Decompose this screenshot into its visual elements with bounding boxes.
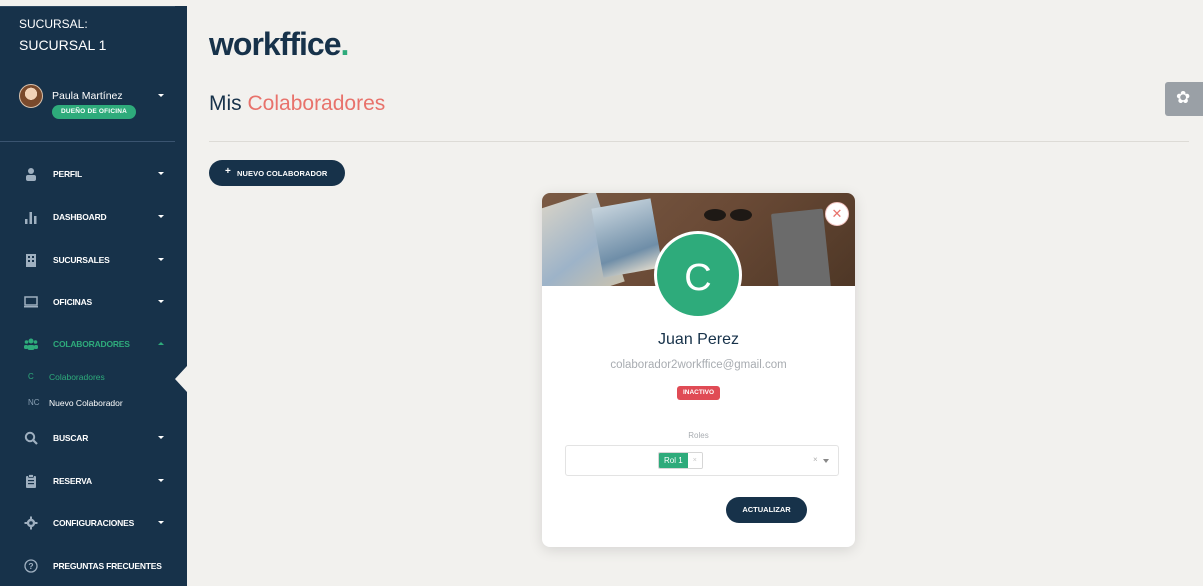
- sidebar-item-configuraciones[interactable]: CONFIGURACIONES: [0, 508, 175, 538]
- header-divider: [209, 141, 1189, 142]
- gear-icon: [24, 516, 38, 530]
- chevron-down-icon: [158, 258, 164, 261]
- chevron-down-icon: [158, 300, 164, 303]
- sidebar-item-label: RESERVA: [53, 476, 92, 486]
- sidebar-top-rule: [0, 6, 175, 7]
- subitem-abbr: NC: [28, 398, 40, 407]
- sidebar-item-colaboradores[interactable]: COLABORADORES: [0, 329, 175, 359]
- sidebar-item-reserva[interactable]: RESERVA: [0, 466, 175, 496]
- user-role-badge: DUEÑO DE OFICINA: [52, 105, 136, 119]
- chevron-down-icon: [158, 94, 164, 97]
- sidebar: SUCURSAL: SUCURSAL 1 Paula Martínez DUEÑ…: [0, 0, 187, 586]
- monitor-icon: [24, 296, 38, 308]
- roles-select[interactable]: Rol 1 × ×: [565, 445, 839, 476]
- sidebar-item-label: DASHBOARD: [53, 212, 107, 222]
- sidebar-item-label: BUSCAR: [53, 433, 89, 443]
- subitem-label: Colaboradores: [49, 372, 105, 382]
- sidebar-item-sucursales[interactable]: SUCURSALES: [0, 245, 175, 275]
- sidebar-item-preguntas-frecuentes[interactable]: ? PREGUNTAS FRECUENTES: [0, 551, 175, 581]
- status-badge: INACTIVO: [677, 386, 720, 400]
- page-title: Mis Colaboradores: [209, 92, 386, 115]
- sidebar-item-label: SUCURSALES: [53, 255, 110, 265]
- branch-name: SUCURSAL 1: [19, 37, 107, 53]
- role-tag-label: Rol 1: [659, 453, 688, 468]
- remove-tag-icon[interactable]: ×: [687, 453, 702, 468]
- sidebar-subitem-colaboradores[interactable]: C Colaboradores: [0, 369, 175, 387]
- collaborator-email: colaborador2workffice@gmail.com: [610, 359, 787, 371]
- new-collaborator-button[interactable]: + NUEVO COLABORADOR: [209, 160, 345, 186]
- sidebar-item-oficinas[interactable]: OFICINAS: [0, 287, 175, 317]
- sidebar-item-label: PERFIL: [53, 169, 83, 179]
- search-icon: [24, 431, 38, 445]
- building-icon: [26, 254, 36, 267]
- roles-label: Roles: [688, 431, 709, 440]
- sidebar-item-dashboard[interactable]: DASHBOARD: [0, 202, 175, 232]
- collaborator-card: ✕ C Juan Perez colaborador2workffice@gma…: [542, 193, 855, 547]
- update-button[interactable]: ACTUALIZAR: [726, 497, 807, 523]
- branch-label: SUCURSAL:: [19, 17, 88, 31]
- subitem-label: Nuevo Colaborador: [49, 398, 123, 408]
- sidebar-item-label: CONFIGURACIONES: [53, 518, 135, 528]
- sidebar-item-label: COLABORADORES: [53, 339, 130, 349]
- clear-icon[interactable]: ×: [813, 455, 818, 464]
- user-icon: [26, 168, 36, 181]
- subitem-abbr: C: [28, 372, 34, 381]
- close-icon[interactable]: ✕: [825, 202, 849, 226]
- avatar: [19, 84, 43, 108]
- chevron-down-icon: [158, 436, 164, 439]
- sidebar-item-label: PREGUNTAS FRECUENTES: [53, 561, 162, 571]
- collaborator-avatar: C: [654, 231, 742, 319]
- chevron-down-icon: [158, 215, 164, 218]
- collaborator-name: Juan Perez: [658, 331, 739, 348]
- sidebar-item-buscar[interactable]: BUSCAR: [0, 423, 175, 453]
- sidebar-item-perfil[interactable]: PERFIL: [0, 159, 175, 189]
- workffice-logo: workffice.: [209, 26, 349, 62]
- active-item-pointer: [175, 366, 187, 392]
- settings-button[interactable]: ✿: [1165, 82, 1203, 116]
- sidebar-item-label: OFICINAS: [53, 297, 93, 307]
- bar-chart-icon: [25, 212, 37, 224]
- gear-icon: ✿: [1176, 88, 1191, 107]
- page-title-accent: Colaboradores: [247, 92, 386, 115]
- help-icon: ?: [24, 559, 38, 573]
- users-icon: [24, 338, 38, 350]
- user-menu[interactable]: Paula Martínez DUEÑO DE OFICINA: [19, 84, 169, 124]
- chevron-down-icon: [158, 172, 164, 175]
- chevron-down-icon: [158, 521, 164, 524]
- svg-text:?: ?: [28, 561, 33, 571]
- plus-icon: +: [225, 166, 231, 177]
- role-tag: Rol 1 ×: [658, 452, 703, 469]
- user-name: Paula Martínez: [52, 90, 123, 102]
- clipboard-icon: [26, 474, 36, 488]
- chevron-down-icon[interactable]: [823, 459, 829, 463]
- sidebar-subitem-nuevo-colaborador[interactable]: NC Nuevo Colaborador: [0, 395, 175, 413]
- sidebar-divider: [0, 141, 175, 142]
- new-collaborator-label: NUEVO COLABORADOR: [237, 169, 328, 178]
- chevron-down-icon: [158, 479, 164, 482]
- chevron-up-icon: [158, 342, 164, 345]
